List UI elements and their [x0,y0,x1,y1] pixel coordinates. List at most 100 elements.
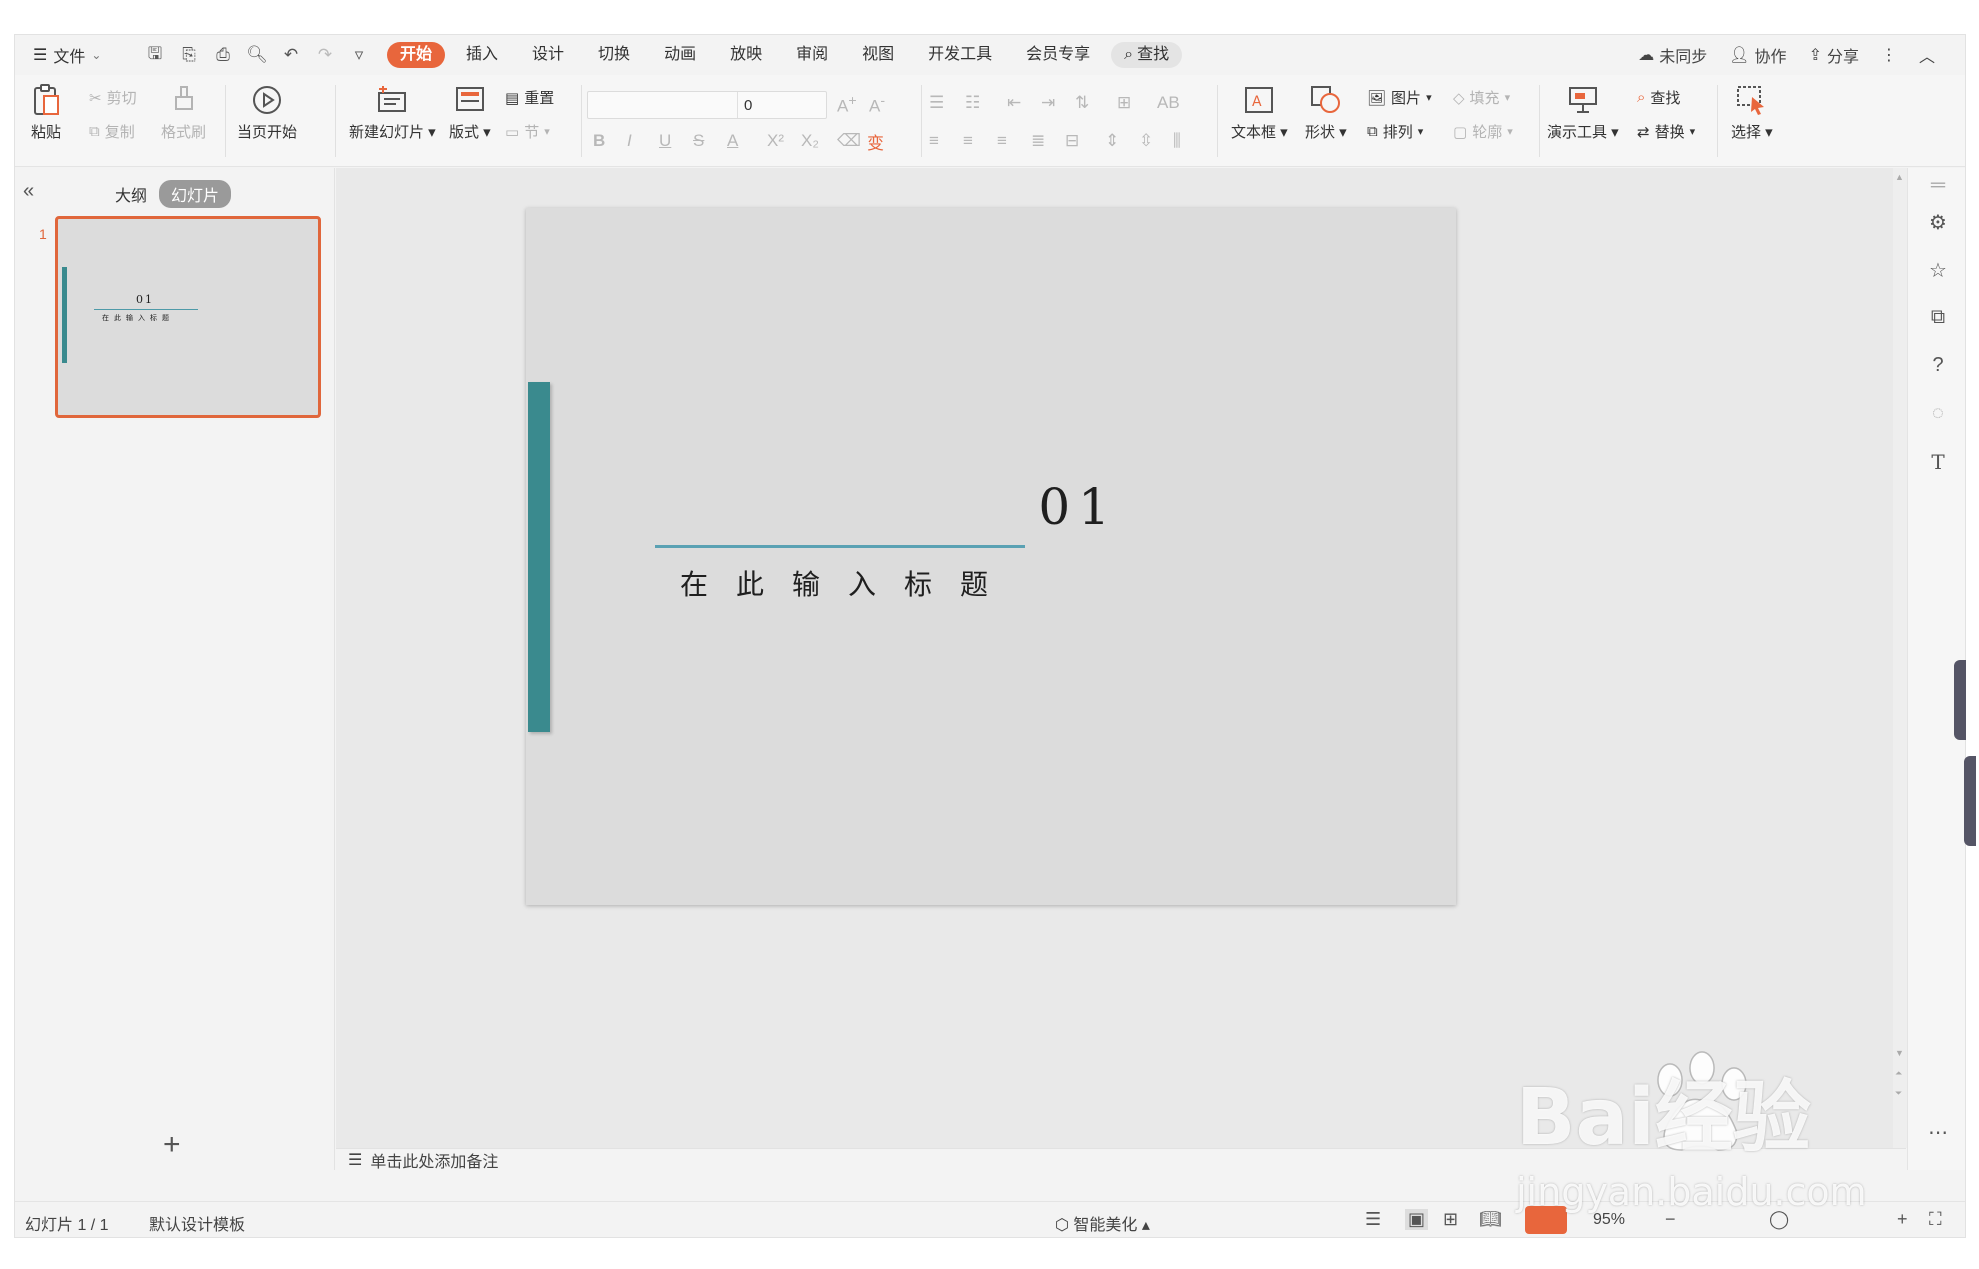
print-preview-icon[interactable]: 🔍︎ [246,45,268,65]
picture-button[interactable]: 🖼︎ 图片 ▾ [1367,87,1432,108]
tab-view[interactable]: 视图 [849,42,907,68]
layout-button[interactable]: 版式 ▾ [449,83,491,142]
slide-sorter-icon[interactable]: ⊞ [1443,1209,1458,1230]
tab-review[interactable]: 审阅 [783,42,841,68]
play-from-current-button[interactable]: 当页开始 [237,83,297,142]
more-menu-button[interactable]: ⋮ [1881,45,1897,65]
columns-icon[interactable]: ⫼ [1173,131,1181,151]
font-size-field[interactable]: 0 [738,97,752,114]
tab-home[interactable]: 开始 [387,42,446,68]
collapse-ribbon-button[interactable]: ︿ [1919,43,1935,67]
template-name[interactable]: 默认设计模板 [149,1211,245,1235]
lightbulb-icon[interactable]: ◌ [1926,402,1950,425]
tab-animations[interactable]: 动画 [651,42,709,68]
textbox-button[interactable]: A 文本框 ▾ [1231,83,1288,142]
properties-icon[interactable]: ⚙ [1926,210,1950,235]
underline-icon[interactable]: U [659,131,671,151]
align-left-icon[interactable]: ≡ [929,131,939,151]
cut-button[interactable]: ✂ 剪切 [89,87,137,108]
vertical-scrollbar[interactable]: ▲ ▼ ⏶ ⏷ [1893,168,1907,1148]
format-painter-button[interactable]: 格式刷 [161,83,206,142]
superscript-icon[interactable]: X² [767,131,784,151]
line-spacing-icon[interactable]: ⇕ [1105,131,1119,151]
decrease-indent-icon[interactable]: ⇤ [1007,93,1021,113]
new-slide-button[interactable]: 新建幻灯片 ▾ [349,83,436,142]
file-menu[interactable]: ☰ 文件 ⌄ [33,43,125,67]
collapse-panel-icon[interactable]: « [23,180,34,203]
side-handle-bottom[interactable] [1964,756,1976,846]
paste-button[interactable]: 粘贴 [29,83,63,142]
notes-toggle-icon[interactable]: ☰ [1365,1209,1381,1230]
tab-developer[interactable]: 开发工具 [915,42,1005,68]
arrange-button[interactable]: ⧉ 排列 ▾ [1367,121,1423,142]
increase-indent-icon[interactable]: ⇥ [1041,93,1055,113]
decrease-font-icon[interactable]: A- [869,93,885,117]
italic-icon[interactable]: I [627,131,632,151]
tab-slides[interactable]: 幻灯片 [159,180,232,208]
reading-view-icon[interactable]: 📖︎ [1479,1209,1502,1230]
slide-title-underline[interactable] [655,545,1025,548]
convert-smartart-icon[interactable]: AB [1157,93,1180,113]
prev-slide-icon[interactable]: ⏶ [1895,1068,1902,1079]
align-right-icon[interactable]: ≡ [997,131,1007,151]
collab-button[interactable]: 👤︎ 协作 [1729,43,1786,67]
tab-insert[interactable]: 插入 [453,42,511,68]
bullet-list-icon[interactable]: ☰ [929,93,944,113]
paragraph-spacing-icon[interactable]: ⇳ [1139,131,1153,151]
save-icon[interactable]: 🖫 [145,44,165,65]
side-handle-top[interactable] [1954,660,1966,740]
copy-button[interactable]: ⧉ 复制 [89,121,135,142]
tab-search[interactable]: ⌕ 查找 [1111,42,1183,68]
beautify-button[interactable]: ⬡ 智能美化 ▴ [1055,1211,1150,1235]
undo-icon[interactable]: ↶ [281,45,301,65]
text-icon[interactable]: T [1926,450,1950,474]
customize-icon[interactable]: ▿ [349,45,369,65]
sync-button[interactable]: ☁ 未同步 [1638,43,1707,67]
scroll-down-icon[interactable]: ▼ [1895,1048,1904,1058]
slide-number-text[interactable]: 01 [526,478,1118,536]
animation-icon[interactable]: ☆ [1926,258,1950,283]
print-icon[interactable]: ⎙ [213,45,233,65]
tab-outline[interactable]: 大纲 [115,182,147,206]
tab-transitions[interactable]: 切换 [585,42,643,68]
copy-slide-icon[interactable]: ⧉ [1926,306,1950,329]
redo-icon[interactable]: ↷ [315,45,335,65]
eraser-icon[interactable]: ⌫ [837,131,861,151]
find-button[interactable]: ⌕ 查找 [1637,87,1680,108]
increase-font-icon[interactable]: A+ [837,93,857,117]
add-slide-button[interactable]: + [163,1128,181,1162]
scroll-up-icon[interactable]: ▲ [1895,172,1904,182]
next-slide-icon[interactable]: ⏷ [1895,1088,1902,1099]
phonetic-icon[interactable]: 变 [867,129,884,154]
select-button[interactable]: 选择 ▾ [1731,83,1773,142]
align-text-icon[interactable]: ⊞ [1117,93,1131,113]
section-button[interactable]: ▭ 节 ▾ [505,121,550,142]
slide-accent-bar[interactable] [528,382,550,732]
numbered-list-icon[interactable]: ☷ [965,93,980,113]
more-horizontal-icon[interactable]: ⋯ [1926,1120,1950,1145]
tab-slideshow[interactable]: 放映 [717,42,775,68]
present-tools-button[interactable]: 演示工具 ▾ [1547,83,1619,142]
reset-button[interactable]: ▤ 重置 [505,87,554,108]
fullscreen-icon[interactable]: ⛶ [1929,1209,1942,1230]
tab-design[interactable]: 设计 [519,42,577,68]
text-direction-icon[interactable]: ⇅ [1075,93,1089,113]
bold-icon[interactable]: B [593,131,605,151]
slide-title[interactable]: 在此输入标题 [680,563,1016,603]
normal-view-icon[interactable]: ▣ [1405,1209,1429,1230]
tab-member[interactable]: 会员专享 [1013,42,1103,68]
cloud-save-icon[interactable]: ⎘ [179,45,199,65]
justify-icon[interactable]: ≣ [1031,131,1045,151]
share-button[interactable]: ⇪ 分享 [1809,43,1859,67]
outline-button[interactable]: ▢ 轮廓 ▾ [1453,121,1513,142]
zoom-in-icon[interactable]: + [1897,1209,1908,1230]
slide-thumbnail-1[interactable]: 01 在此输入标题 [55,216,321,418]
shape-button[interactable]: 形状 ▾ [1305,83,1347,142]
strikethrough-icon[interactable]: S [693,131,704,151]
font-name-field[interactable] [588,92,738,118]
align-center-icon[interactable]: ≡ [963,131,973,151]
distribute-icon[interactable]: ⊟ [1065,131,1079,151]
help-icon[interactable]: ? [1926,354,1950,377]
subscript-icon[interactable]: X₂ [801,131,819,151]
fill-button[interactable]: ◇ 填充 ▾ [1453,87,1510,108]
